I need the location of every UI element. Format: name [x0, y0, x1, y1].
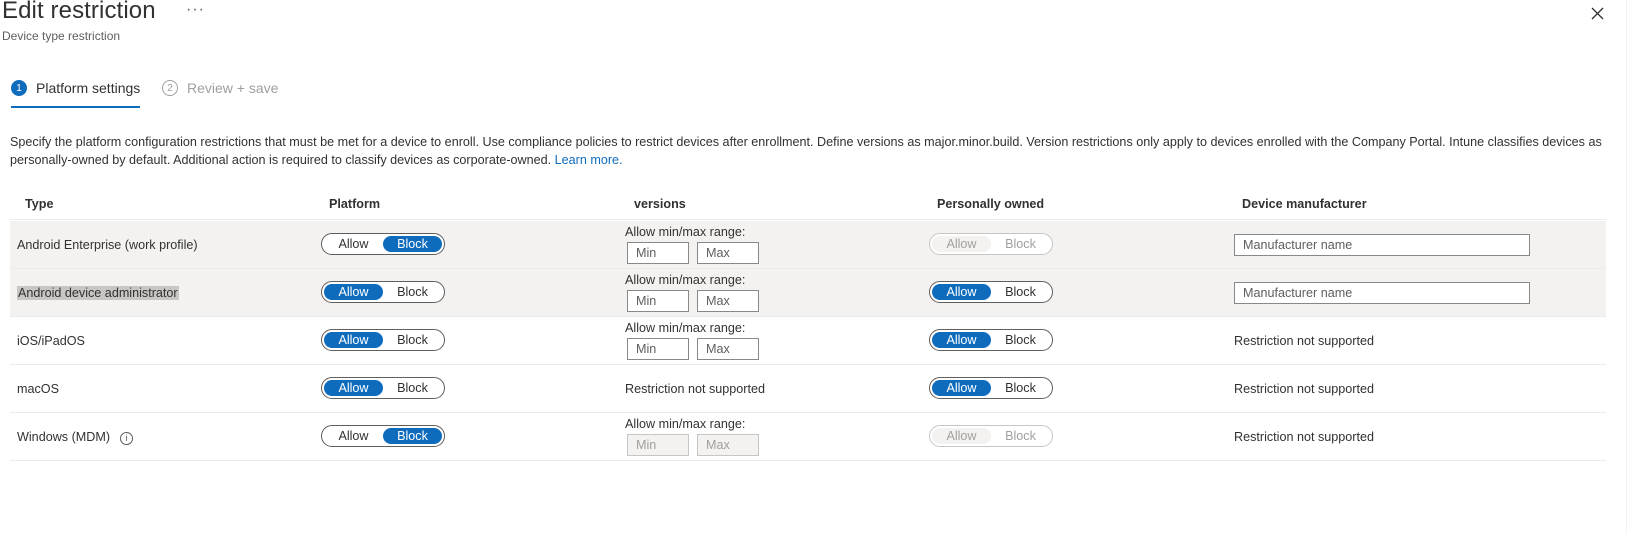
step-label: Platform settings — [36, 80, 141, 96]
personally-owned-toggle[interactable]: Allow Block — [929, 281, 1053, 303]
platform-toggle[interactable]: Allow Block — [321, 329, 445, 351]
block-option[interactable]: Block — [383, 428, 442, 444]
row-type-label: macOS — [17, 382, 59, 396]
allow-option: Allow — [932, 428, 991, 444]
learn-more-link[interactable]: Learn more. — [555, 153, 623, 167]
manufacturer-not-supported: Restriction not supported — [1234, 430, 1375, 444]
platform-toggle[interactable]: Allow Block — [321, 281, 445, 303]
close-icon — [1591, 7, 1604, 20]
block-option: Block — [991, 428, 1050, 444]
block-option[interactable]: Block — [383, 380, 442, 396]
manufacturer-not-supported: Restriction not supported — [1234, 382, 1375, 396]
personally-owned-toggle: Allow Block — [929, 233, 1053, 255]
block-option[interactable]: Block — [991, 380, 1050, 396]
platform-toggle[interactable]: Allow Block — [321, 233, 445, 255]
row-type-label: Windows (MDM) — [17, 430, 111, 444]
min-version-input[interactable] — [627, 242, 689, 264]
max-version-input[interactable] — [697, 290, 759, 312]
column-header-versions: versions — [634, 197, 686, 211]
allow-option[interactable]: Allow — [324, 428, 383, 444]
personally-owned-toggle: Allow Block — [929, 425, 1053, 447]
max-version-input[interactable] — [697, 338, 759, 360]
allow-option[interactable]: Allow — [324, 332, 383, 348]
vertical-scrollbar[interactable] — [1626, 0, 1642, 534]
allow-option[interactable]: Allow — [932, 284, 991, 300]
manufacturer-input[interactable] — [1234, 282, 1530, 304]
column-header-device-manufacturer: Device manufacturer — [1242, 197, 1367, 211]
block-option[interactable]: Block — [383, 332, 442, 348]
table-row: Windows (MDM) i Allow Block Allow min/max… — [10, 413, 1606, 461]
step-label: Review + save — [187, 80, 279, 96]
block-option[interactable]: Block — [383, 284, 442, 300]
table-row: macOS Allow Block Restriction not suppor… — [10, 365, 1606, 413]
wizard-step-review-save[interactable]: 2 Review + save — [162, 80, 278, 96]
step-number: 1 — [11, 80, 27, 96]
allow-option: Allow — [932, 236, 991, 252]
page-subtitle: Device type restriction — [2, 29, 121, 43]
manufacturer-not-supported: Restriction not supported — [1234, 334, 1375, 348]
column-header-platform: Platform — [329, 197, 381, 211]
table-row: Android Enterprise (work profile) Allow … — [10, 221, 1606, 269]
min-version-input[interactable] — [627, 290, 689, 312]
header-divider — [10, 219, 1606, 220]
range-label: Allow min/max range: — [625, 321, 746, 335]
platform-toggle[interactable]: Allow Block — [321, 425, 445, 447]
personally-owned-toggle[interactable]: Allow Block — [929, 329, 1053, 351]
info-icon[interactable]: i — [120, 432, 134, 445]
row-type-label: iOS/iPadOS — [17, 334, 85, 348]
allow-option[interactable]: Allow — [324, 380, 383, 396]
min-version-input[interactable] — [627, 338, 689, 360]
row-type-label: Android Enterprise (work profile) — [17, 238, 198, 252]
range-label: Allow min/max range: — [625, 417, 746, 431]
description: Specify the platform configuration restr… — [10, 134, 1610, 169]
row-type-cell: Windows (MDM) i — [17, 430, 134, 445]
table-row: iOS/iPadOS Allow Block Allow min/max ran… — [10, 317, 1606, 365]
column-header-type: Type — [25, 197, 54, 211]
range-label: Allow min/max range: — [625, 225, 746, 239]
more-actions-button[interactable]: ··· — [186, 1, 205, 19]
range-label: Allow min/max range: — [625, 273, 746, 287]
manufacturer-input[interactable] — [1234, 234, 1530, 256]
block-option[interactable]: Block — [991, 284, 1050, 300]
allow-option[interactable]: Allow — [324, 284, 383, 300]
platform-toggle[interactable]: Allow Block — [321, 377, 445, 399]
allow-option[interactable]: Allow — [932, 380, 991, 396]
wizard-step-platform-settings[interactable]: 1 Platform settings — [11, 80, 141, 108]
block-option[interactable]: Block — [383, 236, 442, 252]
description-text: Specify the platform configuration restr… — [10, 135, 1602, 167]
table-row: Android device administrator Allow Block… — [10, 269, 1606, 317]
versions-not-supported: Restriction not supported — [625, 382, 766, 396]
column-header-personally-owned: Personally owned — [937, 197, 1045, 211]
close-button[interactable] — [1586, 2, 1610, 26]
step-number: 2 — [162, 80, 178, 96]
row-type-label: Android device administrator — [17, 286, 179, 300]
block-option[interactable]: Block — [991, 332, 1050, 348]
allow-option[interactable]: Allow — [324, 236, 383, 252]
max-version-input[interactable] — [697, 242, 759, 264]
max-version-input — [697, 434, 759, 456]
allow-option[interactable]: Allow — [932, 332, 991, 348]
min-version-input — [627, 434, 689, 456]
personally-owned-toggle[interactable]: Allow Block — [929, 377, 1053, 399]
page-title: Edit restriction — [2, 0, 156, 24]
block-option: Block — [991, 236, 1050, 252]
